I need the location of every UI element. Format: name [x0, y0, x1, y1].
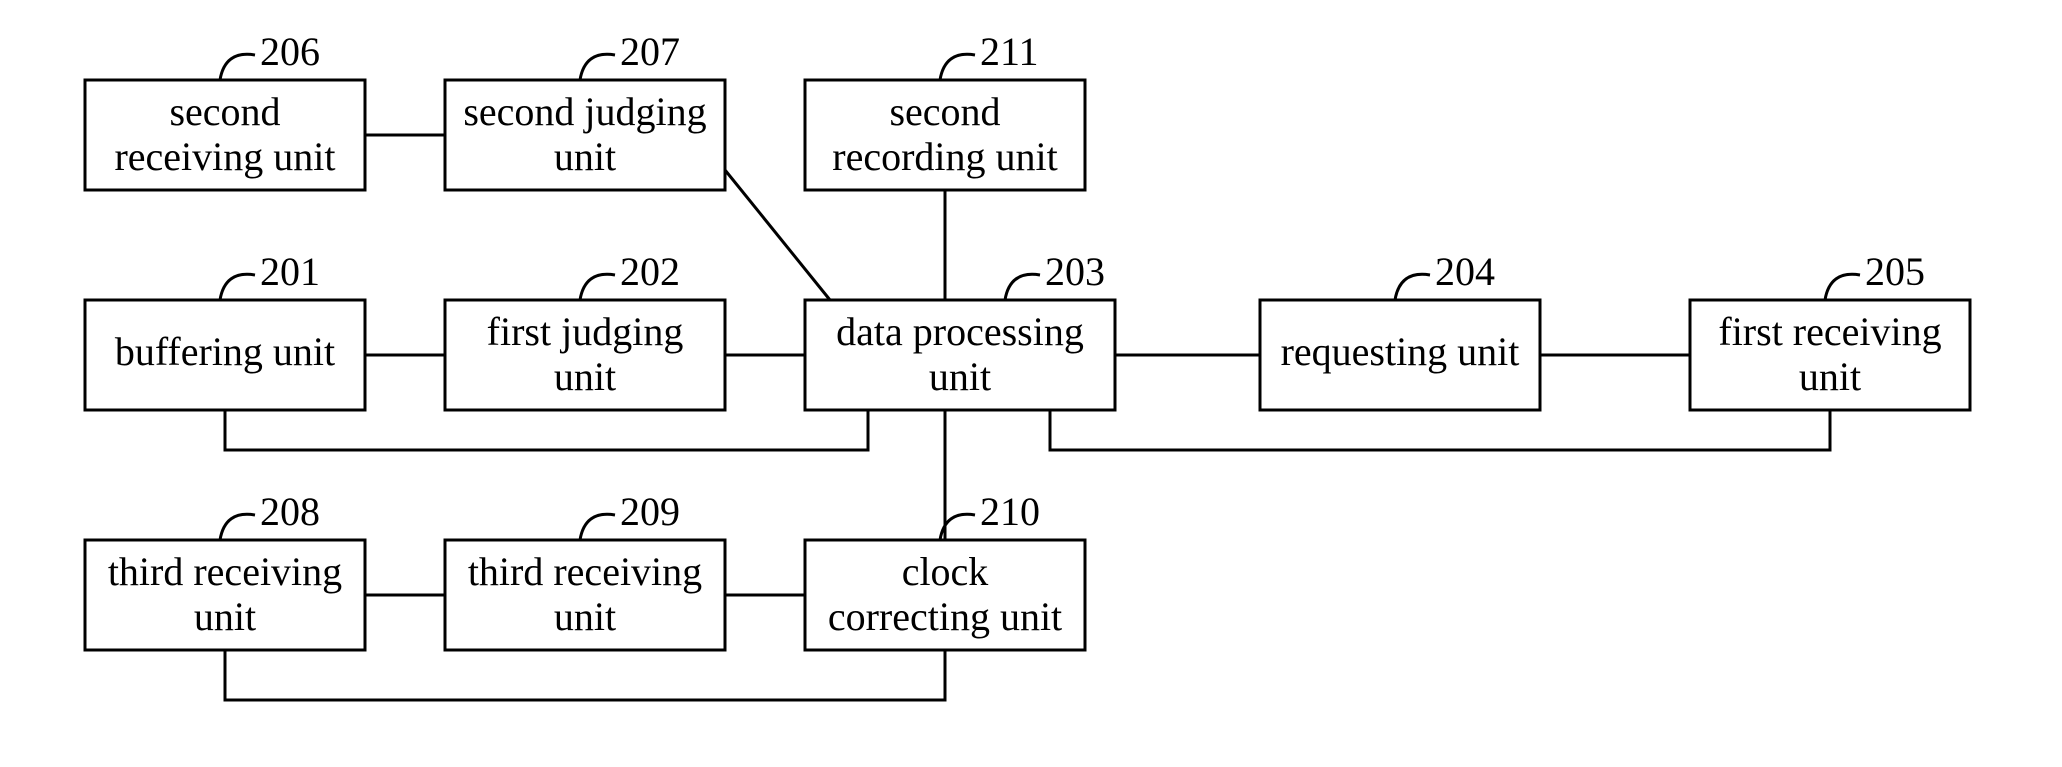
box-206-line1: second: [169, 89, 280, 134]
box-202-num: 202: [620, 249, 680, 294]
box-209-num: 209: [620, 489, 680, 534]
box-211: second recording unit 211: [805, 29, 1085, 190]
box-205-line1: first receiving: [1718, 309, 1941, 354]
box-210-line2: correcting unit: [828, 594, 1062, 639]
diagram-canvas: second receiving unit 206 second judging…: [0, 0, 2062, 767]
box-204-num: 204: [1435, 249, 1495, 294]
box-211-num: 211: [980, 29, 1039, 74]
conn-201-203: [225, 410, 868, 450]
box-201-line1: buffering unit: [115, 329, 335, 374]
box-202-line2: unit: [554, 354, 616, 399]
box-210-line1: clock: [902, 549, 989, 594]
box-207: second judging unit 207: [445, 29, 725, 190]
box-211-line2: recording unit: [832, 134, 1058, 179]
box-205: first receiving unit 205: [1690, 249, 1970, 410]
box-209-line2: unit: [554, 594, 616, 639]
box-208-line1: third receiving: [108, 549, 342, 594]
box-205-num: 205: [1865, 249, 1925, 294]
box-207-line2: unit: [554, 134, 616, 179]
box-207-line1: second judging: [463, 89, 706, 134]
box-206-num: 206: [260, 29, 320, 74]
box-202: first judging unit 202: [445, 249, 725, 410]
box-203-line2: unit: [929, 354, 991, 399]
box-208: third receiving unit 208: [85, 489, 365, 650]
conn-208-210: [225, 650, 945, 700]
box-208-line2: unit: [194, 594, 256, 639]
box-203-num: 203: [1045, 249, 1105, 294]
box-208-num: 208: [260, 489, 320, 534]
box-202-line1: first judging: [487, 309, 684, 354]
box-210-num: 210: [980, 489, 1040, 534]
box-201: buffering unit 201: [85, 249, 365, 410]
box-203-line1: data processing: [836, 309, 1084, 354]
box-203: data processing unit 203: [805, 249, 1115, 410]
box-205-line2: unit: [1799, 354, 1861, 399]
box-204-line1: requesting unit: [1281, 329, 1520, 374]
box-207-num: 207: [620, 29, 680, 74]
box-201-num: 201: [260, 249, 320, 294]
box-209: third receiving unit 209: [445, 489, 725, 650]
box-209-line1: third receiving: [468, 549, 702, 594]
box-206-line2: receiving unit: [114, 134, 335, 179]
box-204: requesting unit 204: [1260, 249, 1540, 410]
box-211-line1: second: [889, 89, 1000, 134]
box-206: second receiving unit 206: [85, 29, 365, 190]
conn-203-205: [1050, 410, 1830, 450]
